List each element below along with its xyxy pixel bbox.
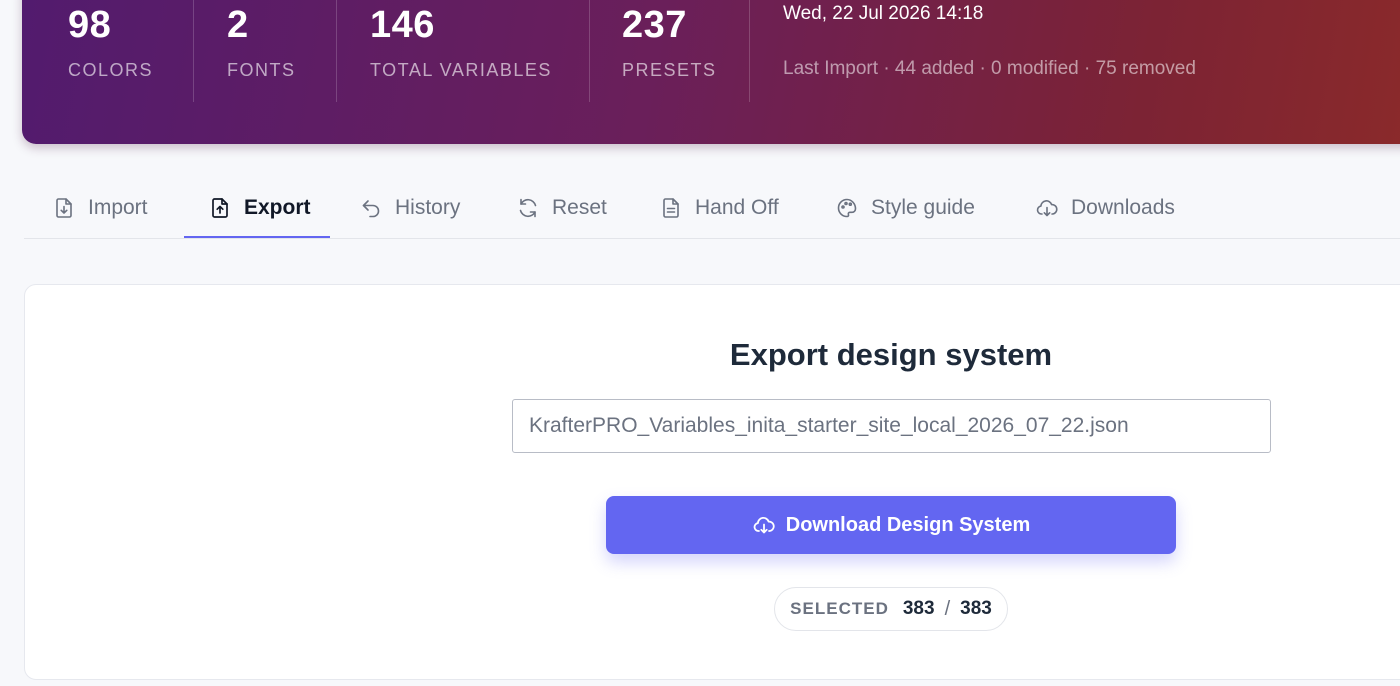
selected-count-badge: SELECTED 383 / 383 [774,587,1008,631]
active-tab-indicator [184,236,330,238]
document-icon [659,196,683,220]
tab-history[interactable]: History [359,178,460,238]
stat-divider [336,0,337,102]
file-export-icon [208,196,232,220]
file-import-icon [52,196,76,220]
download-design-system-button[interactable]: Download Design System [606,496,1176,554]
stat-value: 98 [68,4,112,46]
tab-hand-off[interactable]: Hand Off [659,178,779,238]
current-datetime: Wed, 22 Jul 2026 14:18 [783,3,984,24]
stat-label: TOTAL VARIABLES [370,60,552,80]
stat-divider [193,0,194,102]
tab-bar: Import Export History Reset Hand Off Sty… [24,178,1400,239]
tab-export[interactable]: Export [208,178,311,238]
stat-value: 2 [227,4,249,46]
cloud-download-icon [752,513,776,537]
tab-style-guide[interactable]: Style guide [835,178,975,238]
count-separator: / [944,597,951,620]
refresh-icon [516,196,540,220]
stat-divider [749,0,750,102]
selected-count: 383 [902,598,935,619]
tab-import[interactable]: Import [52,178,148,238]
page-title: Export design system [729,337,1053,372]
stat-label: COLORS [68,60,154,80]
total-count: 383 [960,598,992,619]
tab-downloads[interactable]: Downloads [1035,178,1175,238]
stat-value: 146 [370,4,435,46]
filename-input[interactable] [512,399,1271,453]
tab-label: Import [88,196,148,219]
tab-label: Downloads [1071,196,1175,219]
last-import-summary: Last Import · 44 added · 0 modified · 75… [783,58,1196,79]
download-button-label: Download Design System [785,513,1031,536]
tab-label: Hand Off [695,196,779,219]
selected-label: SELECTED [790,599,889,618]
stats-banner: 98 COLORS 2 FONTS 146 TOTAL VARIABLES 23… [22,0,1400,144]
tab-label: Export [244,196,311,219]
stat-label: FONTS [227,60,296,80]
tab-label: Style guide [871,196,975,219]
palette-icon [835,196,859,220]
tab-reset[interactable]: Reset [516,178,607,238]
stat-divider [589,0,590,102]
tab-label: History [395,196,461,219]
export-card: Export design system Download Design Sys… [24,284,1400,680]
cloud-download-icon [1035,196,1059,220]
tab-label: Reset [552,196,607,219]
undo-arrow-icon [359,196,383,220]
stat-label: PRESETS [622,60,717,80]
stat-value: 237 [622,4,687,46]
